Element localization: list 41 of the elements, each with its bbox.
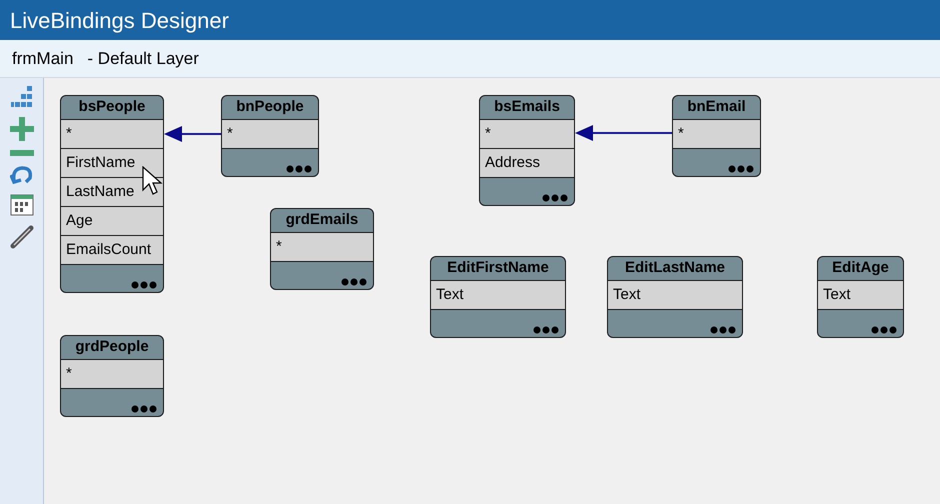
more-icon[interactable]	[286, 165, 312, 173]
node-field[interactable]: *	[271, 233, 373, 262]
node-field[interactable]: Text	[608, 281, 742, 310]
more-icon[interactable]	[728, 165, 754, 173]
node-field[interactable]: EmailsCount	[61, 236, 163, 265]
node-field[interactable]: *	[673, 120, 760, 149]
binding-node[interactable]: bsEmails * Address	[479, 95, 575, 206]
layer-name: - Default Layer	[87, 48, 199, 70]
binding-node[interactable]: bnEmail *	[672, 95, 761, 177]
grid-icon[interactable]	[10, 194, 34, 216]
arrange-icon[interactable]	[10, 86, 32, 108]
plus-icon[interactable]	[10, 117, 34, 141]
more-icon[interactable]	[710, 326, 736, 334]
link-icon[interactable]	[10, 225, 34, 249]
binding-node[interactable]: bsPeople * FirstName LastName Age EmailsCount	[60, 95, 164, 293]
binding-node[interactable]: EditFirstName Text	[430, 256, 566, 338]
node-field[interactable]: *	[222, 120, 318, 149]
node-field[interactable]: Text	[431, 281, 565, 310]
binding-node[interactable]: grdEmails *	[270, 208, 374, 290]
more-icon[interactable]	[533, 326, 559, 334]
node-field[interactable]: *	[480, 120, 574, 149]
node-field[interactable]: Age	[61, 207, 163, 236]
cursor-icon	[142, 166, 164, 196]
node-field[interactable]: *	[61, 120, 163, 149]
node-field[interactable]: Address	[480, 149, 574, 178]
binding-node[interactable]: EditLastName Text	[607, 256, 743, 338]
node-field[interactable]: *	[61, 360, 163, 389]
undo-icon[interactable]	[10, 165, 34, 185]
node-field[interactable]: Text	[818, 281, 903, 310]
form-name: frmMain	[12, 48, 74, 70]
binding-node[interactable]: bnPeople *	[221, 95, 319, 177]
more-icon[interactable]	[341, 278, 367, 286]
more-icon[interactable]	[131, 405, 157, 413]
window-title: LiveBindings Designer	[10, 6, 229, 35]
more-icon[interactable]	[131, 281, 157, 289]
binding-node[interactable]: grdPeople *	[60, 335, 164, 417]
binding-node[interactable]: EditAge Text	[817, 256, 904, 338]
more-icon[interactable]	[871, 326, 897, 334]
more-icon[interactable]	[542, 194, 568, 202]
link-arrow	[164, 126, 221, 142]
node-field[interactable]: FirstName	[61, 149, 163, 178]
